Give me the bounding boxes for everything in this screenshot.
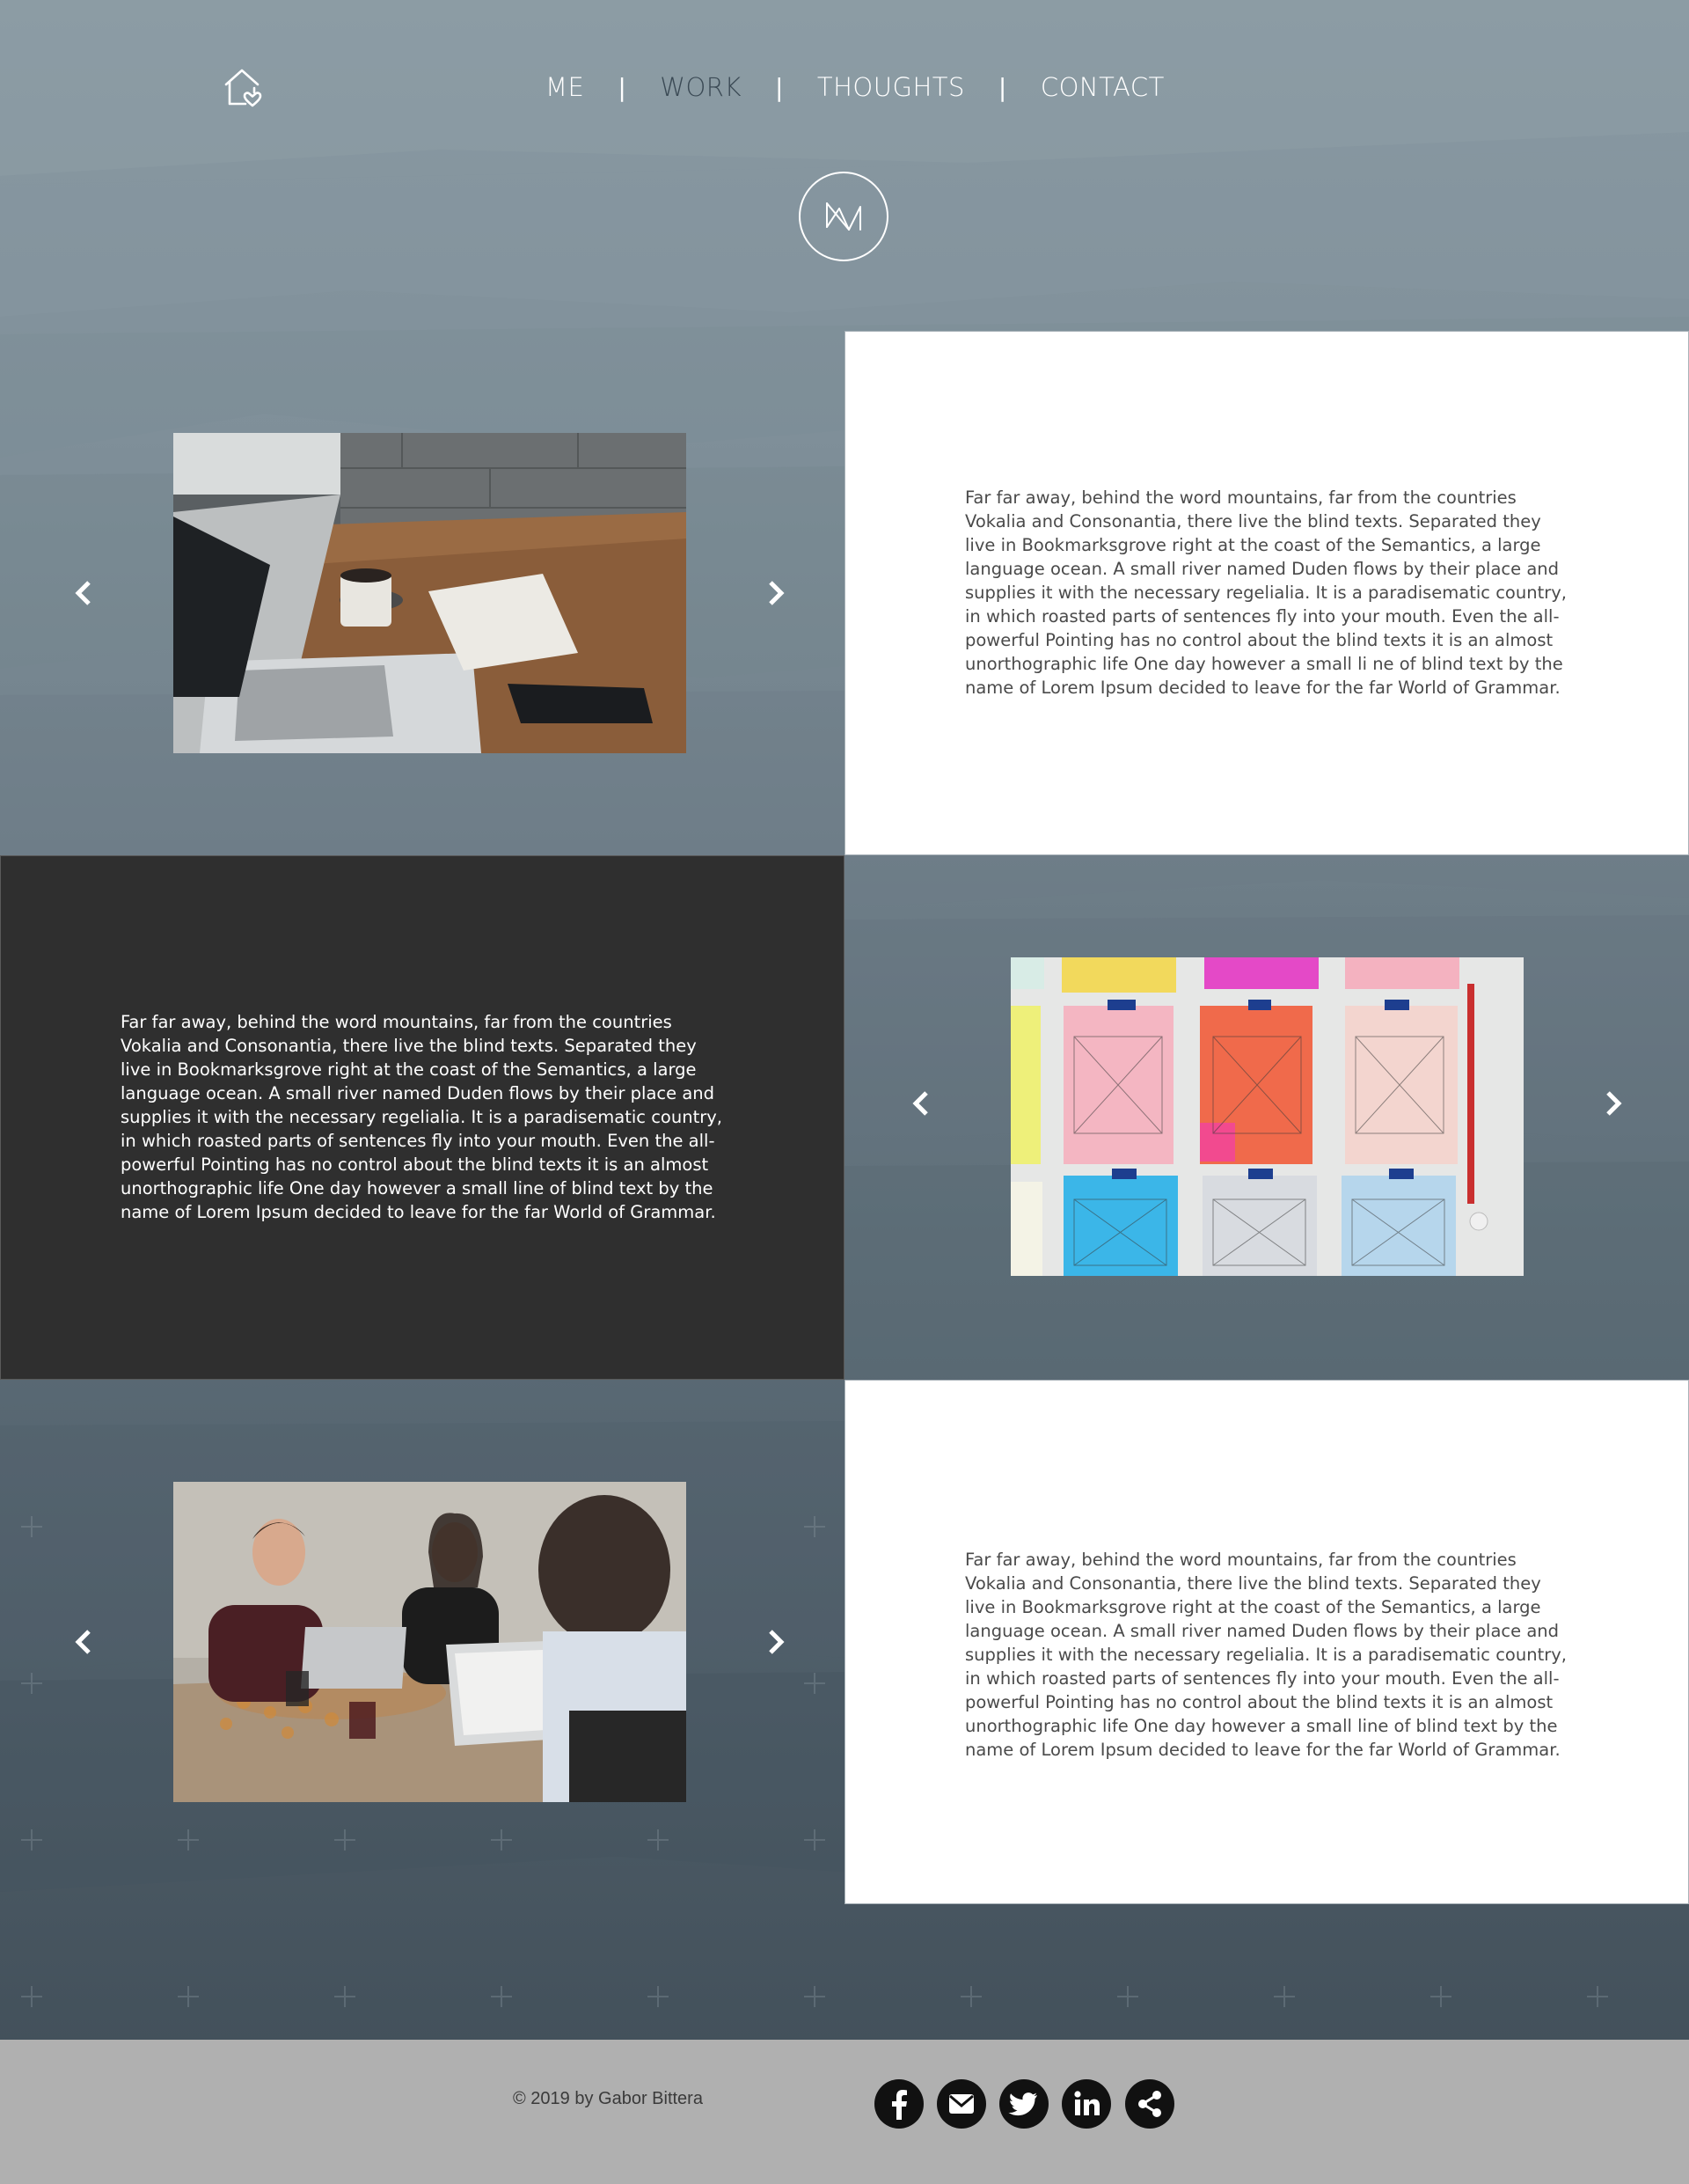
chevron-right-icon[interactable] xyxy=(759,577,791,609)
text-panel: Far far away, behind the word mountains,… xyxy=(0,855,844,1380)
email-icon[interactable] xyxy=(937,2079,986,2129)
twitter-icon[interactable] xyxy=(999,2079,1049,2129)
chevron-left-icon[interactable] xyxy=(69,577,100,609)
facebook-icon[interactable] xyxy=(874,2079,924,2129)
nav-item-contact[interactable]: CONTACT xyxy=(1041,72,1165,102)
desk-laptop-coffee-photo xyxy=(173,433,686,753)
nav-separator: | xyxy=(998,72,1007,102)
share-icon[interactable] xyxy=(1125,2079,1174,2129)
text-panel: Far far away, behind the word mountains,… xyxy=(844,1380,1689,1904)
chevron-left-icon[interactable] xyxy=(69,1626,100,1658)
nav-separator: | xyxy=(618,72,627,102)
nav-item-me[interactable]: ME xyxy=(545,72,584,102)
footer xyxy=(0,2040,1689,2184)
sticky-notes-wireframes-photo xyxy=(1011,957,1524,1276)
nav-item-thoughts[interactable]: THOUGHTS xyxy=(817,72,965,102)
team-meeting-laptops-photo xyxy=(173,1482,686,1802)
panel-paragraph: Far far away, behind the word mountains,… xyxy=(121,1012,722,1222)
main-nav: ME | WORK | THOUGHTS | CONTACT xyxy=(528,67,1165,107)
copyright-text: © 2019 by Gabor Bittera xyxy=(513,2089,703,2108)
home-heart-icon[interactable] xyxy=(221,65,267,111)
chevron-left-icon[interactable] xyxy=(906,1088,938,1119)
text-panel: Far far away, behind the word mountains,… xyxy=(844,331,1689,855)
nav-separator: | xyxy=(774,72,784,102)
linkedin-icon[interactable] xyxy=(1062,2079,1111,2129)
chevron-right-icon[interactable] xyxy=(1597,1088,1628,1119)
nav-item-work[interactable]: WORK xyxy=(660,72,742,102)
chevron-right-icon[interactable] xyxy=(759,1626,791,1658)
panel-paragraph: Far far away, behind the word mountains,… xyxy=(965,487,1567,698)
panel-paragraph: Far far away, behind the word mountains,… xyxy=(965,1550,1567,1760)
monogram-logo[interactable] xyxy=(798,171,889,262)
